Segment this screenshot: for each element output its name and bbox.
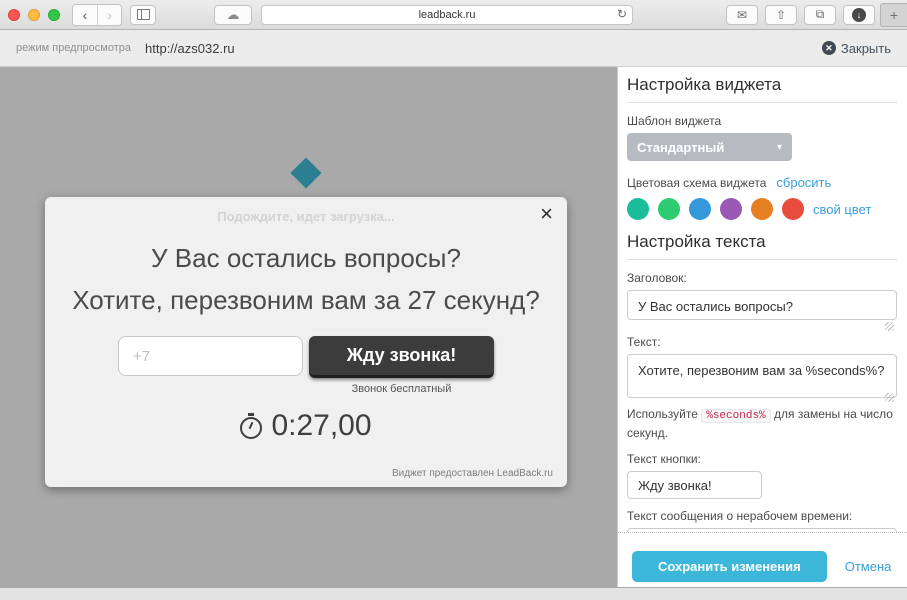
widget-title-line2: Хотите, перезвоним вам за 27 секунд?: [45, 279, 567, 321]
free-call-note: Звонок бесплатный: [352, 383, 452, 395]
color-swatch[interactable]: [689, 198, 711, 220]
preview-mode-bar: режим предпросмотра http://azs032.ru ✕ З…: [0, 30, 907, 67]
color-swatch[interactable]: [782, 198, 804, 220]
widget-title-line1: У Вас остались вопросы?: [45, 237, 567, 279]
minimize-window-button[interactable]: [28, 9, 40, 21]
cancel-link[interactable]: Отмена: [845, 559, 892, 574]
color-swatch[interactable]: [720, 198, 742, 220]
template-selected-value: Стандартный: [637, 140, 777, 155]
color-scheme-label: Цветовая схема виджета: [627, 176, 766, 190]
forward-button[interactable]: ›: [97, 5, 121, 25]
custom-color-link[interactable]: свой цвет: [813, 202, 871, 217]
tabs-icon: ⧉: [816, 7, 825, 22]
header-field-input[interactable]: У Вас остались вопросы?: [627, 290, 897, 320]
widget-close-icon[interactable]: ×: [540, 203, 553, 225]
mail-share-button[interactable]: ✉: [726, 5, 758, 25]
settings-footer: Сохранить изменения Отмена: [618, 532, 907, 587]
window-controls: [8, 9, 60, 21]
close-preview-label: Закрыть: [841, 41, 891, 56]
offtime-field-input[interactable]: Упс, сейчас не рабочее время, но мы обяз…: [627, 528, 897, 532]
seconds-hint: Используйте %seconds% для замены на числ…: [627, 406, 897, 442]
reset-colors-link[interactable]: сбросить: [776, 175, 831, 190]
url-text: leadback.ru: [419, 9, 476, 21]
close-circle-icon: ✕: [822, 41, 836, 55]
sidebar-icon: [137, 9, 150, 20]
widget-title: У Вас остались вопросы? Хотите, перезвон…: [45, 237, 567, 321]
header-field-label: Заголовок:: [627, 271, 897, 285]
preview-mode-label: режим предпросмотра: [16, 42, 131, 54]
template-label: Шаблон виджета: [627, 114, 897, 128]
stopwatch-icon: [240, 417, 262, 439]
download-icon: ↓: [852, 8, 866, 22]
text-field-input[interactable]: Хотите, перезвоним вам за %seconds%?: [627, 354, 897, 398]
envelope-icon: ✉: [737, 8, 747, 22]
zoom-window-button[interactable]: [48, 9, 60, 21]
provider-note: Виджет предоставлен LeadBack.ru: [392, 468, 553, 479]
icloud-tabs-button[interactable]: ☁: [214, 5, 252, 25]
seconds-placeholder-chip: %seconds%: [701, 409, 770, 423]
color-swatch[interactable]: [627, 198, 649, 220]
save-changes-button[interactable]: Сохранить изменения: [632, 551, 827, 582]
leadback-diamond-logo: [290, 157, 321, 188]
tab-overview-button[interactable]: ⧉: [804, 5, 836, 25]
countdown-timer: 0:27,00: [45, 409, 567, 443]
text-field-label: Текст:: [627, 335, 897, 349]
browser-toolbar: ‹ › ☁ leadback.ru ↻ ✉ ⇧ ⧉ ↓ +: [0, 0, 907, 30]
share-icon: ⇧: [776, 8, 786, 22]
reload-icon[interactable]: ↻: [617, 7, 627, 21]
callback-widget-modal: Подождите, идет загрузка... × У Вас оста…: [45, 197, 567, 487]
color-swatch[interactable]: [751, 198, 773, 220]
share-button[interactable]: ⇧: [765, 5, 797, 25]
request-call-button[interactable]: Жду звонка!: [309, 336, 494, 378]
close-window-button[interactable]: [8, 9, 20, 21]
widget-settings-heading: Настройка виджета: [627, 75, 897, 103]
sidebar-button[interactable]: [130, 5, 156, 25]
settings-panel-body: Настройка виджета Шаблон виджета Стандар…: [618, 67, 907, 532]
widget-loading-text: Подождите, идет загрузка...: [45, 209, 567, 224]
text-settings-heading: Настройка текста: [627, 232, 897, 260]
new-tab-button[interactable]: +: [880, 3, 907, 27]
downloads-button[interactable]: ↓: [843, 5, 875, 25]
close-preview-button[interactable]: ✕ Закрыть: [822, 41, 891, 56]
button-field-label: Текст кнопки:: [627, 452, 897, 466]
offtime-field-label: Текст сообщения о нерабочем времени:: [627, 509, 897, 523]
timer-value: 0:27,00: [271, 409, 371, 443]
settings-panel: Настройка виджета Шаблон виджета Стандар…: [617, 67, 907, 587]
horizontal-scrollbar[interactable]: [0, 587, 907, 600]
cloud-icon: ☁: [227, 7, 240, 23]
preview-site-url: http://azs032.ru: [145, 41, 235, 56]
chevron-down-icon: ▾: [777, 142, 782, 153]
template-dropdown[interactable]: Стандартный ▾: [627, 133, 792, 161]
back-button[interactable]: ‹: [73, 5, 97, 25]
seconds-hint-prefix: Используйте: [627, 407, 701, 421]
color-swatches: [627, 198, 804, 220]
site-preview-area: Подождите, идет загрузка... × У Вас оста…: [0, 67, 617, 587]
button-text-input[interactable]: [627, 471, 762, 499]
phone-input[interactable]: [118, 336, 303, 376]
address-bar[interactable]: leadback.ru ↻: [261, 5, 633, 25]
color-swatch[interactable]: [658, 198, 680, 220]
